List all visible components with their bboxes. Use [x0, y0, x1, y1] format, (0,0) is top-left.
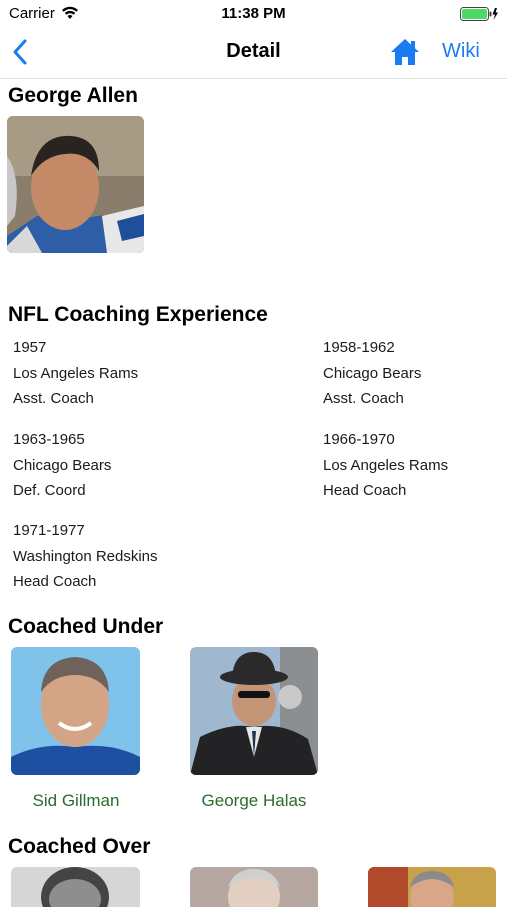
coached-over-photo[interactable] [11, 867, 140, 907]
experience-years: 1963-1965 [13, 431, 85, 448]
coach-photo-sid-gillman[interactable] [11, 647, 140, 775]
experience-entry: 1971-1977 Washington Redskins Head Coach [13, 518, 158, 595]
experience-team: Chicago Bears [323, 364, 422, 382]
coached-over-photo[interactable] [190, 867, 318, 907]
experience-entry: 1957 Los Angeles Rams Asst. Coach [13, 335, 138, 412]
experience-entry: 1963-1965 Chicago Bears Def. Coord [13, 427, 111, 504]
experience-entry: 1958-1962 Chicago Bears Asst. Coach [323, 335, 421, 412]
coach-photo [7, 116, 144, 253]
experience-role: Def. Coord [13, 482, 86, 500]
coach-name: George Allen [8, 84, 138, 107]
experience-role: Asst. Coach [323, 390, 404, 408]
coached-over-photo[interactable] [368, 867, 496, 907]
experience-role: Head Coach [323, 482, 407, 500]
experience-heading: NFL Coaching Experience [8, 303, 268, 326]
experience-years: 1971-1977 [13, 522, 85, 539]
clock: 11:38 PM [221, 5, 286, 22]
home-icon[interactable] [390, 37, 420, 72]
navigation-bar: Detail Wiki [0, 28, 507, 79]
experience-years: 1957 [13, 339, 47, 356]
coached-under-heading: Coached Under [8, 615, 164, 638]
experience-team: Los Angeles Rams [13, 364, 139, 382]
coach-name-link[interactable]: George Halas [184, 791, 324, 811]
status-bar: Carrier 11:38 PM [0, 0, 507, 28]
experience-entry: 1966-1970 Los Angeles Rams Head Coach [323, 427, 448, 504]
experience-years: 1966-1970 [323, 431, 395, 448]
page-title: Detail [226, 40, 281, 62]
coach-photo-george-halas[interactable] [190, 647, 318, 775]
wiki-button[interactable]: Wiki [442, 40, 480, 63]
coach-name-link[interactable]: Sid Gillman [6, 791, 146, 811]
experience-role: Asst. Coach [13, 390, 94, 408]
experience-team: Los Angeles Rams [323, 456, 449, 474]
experience-years: 1958-1962 [323, 339, 395, 356]
experience-team: Washington Redskins [13, 547, 158, 565]
coached-over-heading: Coached Over [8, 835, 151, 858]
experience-role: Head Coach [13, 573, 97, 591]
experience-team: Chicago Bears [13, 456, 112, 474]
battery-icon [460, 6, 498, 22]
